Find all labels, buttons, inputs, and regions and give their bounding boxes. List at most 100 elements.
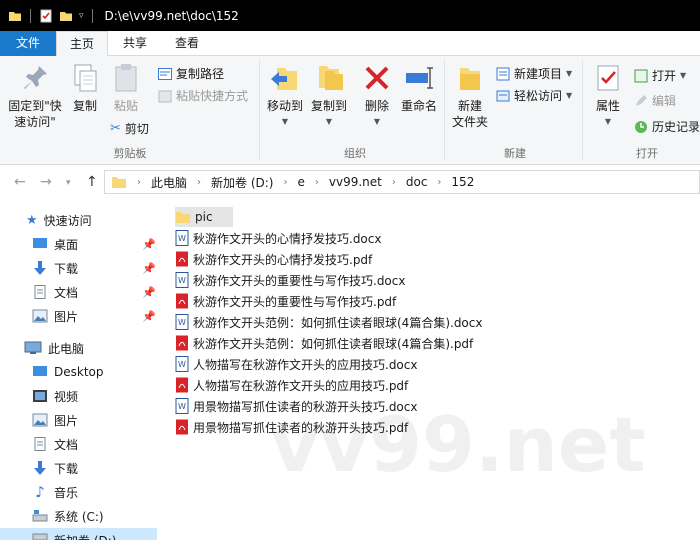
file-name: 秋游作文开头范例：如何抓住读者眼球(4篇合集).pdf — [193, 336, 474, 351]
pin-label-2: 速访问" — [14, 115, 56, 129]
list-item-docx[interactable]: W 用景物描写抓住读者的秋游开头技巧.docx — [175, 396, 417, 416]
tab-home[interactable]: 主页 — [56, 31, 108, 57]
file-name: 用景物描写抓住读者的秋游开头技巧.pdf — [193, 420, 409, 435]
list-item-pdf[interactable]: 用景物描写抓住读者的秋游开头技巧.pdf — [175, 417, 408, 437]
breadcrumb-doc[interactable]: doc — [406, 175, 428, 189]
file-name: 人物描写在秋游作文开头的应用技巧.docx — [193, 357, 418, 372]
nav-item-drive-d[interactable]: 新加卷 (D:) — [0, 528, 157, 540]
chevron-down-icon: ▼ — [566, 69, 573, 78]
up-arrow-icon[interactable]: ↑ — [86, 174, 98, 190]
nav-quick-access[interactable]: ★ 快速访问 — [0, 208, 157, 232]
edit-button[interactable]: 编辑 — [634, 92, 676, 109]
rename-label: 重命名 — [400, 99, 437, 113]
new-folder-icon[interactable] — [59, 9, 73, 23]
properties-icon — [597, 65, 619, 91]
pin-icon[interactable]: 📌 — [142, 262, 156, 275]
list-item-pdf[interactable]: 秋游作文开头的重要性与写作技巧.pdf — [175, 291, 396, 311]
list-item-docx[interactable]: W 秋游作文开头的重要性与写作技巧.docx — [175, 270, 405, 290]
svg-text:W: W — [178, 234, 186, 243]
drive-icon — [32, 533, 48, 540]
nav-label: 视频 — [54, 389, 79, 404]
copy-path-button[interactable]: 复制路径 — [158, 65, 224, 82]
back-arrow-icon[interactable]: ← — [14, 174, 26, 190]
pin-icon[interactable]: 📌 — [142, 238, 156, 251]
move-to-button[interactable]: 移动到 ▼ — [264, 62, 306, 130]
nav-item-documents-pc[interactable]: 文档 — [0, 432, 157, 456]
breadcrumb-152[interactable]: 152 — [451, 175, 474, 189]
word-doc-icon: W — [175, 272, 189, 288]
clipboard-group-label: 剪贴板 — [113, 147, 147, 160]
properties-button[interactable]: 属性 ▼ — [588, 62, 628, 130]
nav-this-pc[interactable]: 此电脑 — [0, 336, 157, 360]
navigation-bar: ← → ▾ ↑ › 此电脑 › 新加卷 (D:) › e › vv99.net … — [0, 166, 700, 198]
ribbon: 固定到"快 速访问" 复制 粘贴 复制路径 粘贴快捷方式 ✂ 剪切 剪贴板 移动… — [0, 56, 700, 165]
new-item-label: 新建项目 — [514, 67, 563, 81]
tab-file[interactable]: 文件 — [0, 31, 56, 56]
svg-text:W: W — [178, 402, 186, 411]
recent-locations-chevron-icon[interactable]: ▾ — [66, 178, 71, 188]
nav-item-downloads[interactable]: 下载 📌 — [0, 256, 157, 280]
nav-label: 图片 — [54, 309, 79, 324]
list-item-pdf[interactable]: 秋游作文开头的心情抒发技巧.pdf — [175, 249, 372, 269]
group-separator — [582, 60, 583, 160]
cut-button[interactable]: ✂ 剪切 — [110, 120, 149, 137]
folder-icon — [176, 212, 190, 223]
list-item-pdf[interactable]: 人物描写在秋游作文开头的应用技巧.pdf — [175, 375, 408, 395]
copy-button[interactable]: 复制 — [68, 62, 102, 114]
pin-icon[interactable]: 📌 — [142, 286, 156, 299]
delete-x-icon — [365, 66, 389, 90]
new-folder-button[interactable]: 新建 文件夹 — [448, 62, 492, 130]
paste-shortcut-icon — [158, 90, 172, 102]
list-item-docx[interactable]: W 人物描写在秋游作文开头的应用技巧.docx — [175, 354, 417, 374]
paste-button[interactable]: 粘贴 — [108, 62, 144, 114]
nav-item-pictures-pc[interactable]: 图片 — [0, 408, 157, 432]
picture-icon — [32, 413, 48, 427]
tab-view[interactable]: 查看 — [162, 31, 212, 56]
copy-to-button[interactable]: 复制到 ▼ — [308, 62, 350, 130]
open-button[interactable]: 打开 ▼ — [634, 67, 686, 84]
customize-qat-icon[interactable]: ▿ — [79, 11, 84, 21]
breadcrumb-drive-d[interactable]: 新加卷 (D:) — [211, 174, 273, 191]
history-icon — [635, 120, 647, 133]
pin-icon[interactable]: 📌 — [142, 310, 156, 323]
pdf-icon — [176, 419, 188, 435]
breadcrumb-e[interactable]: e — [297, 175, 304, 189]
paste-shortcut-button[interactable]: 粘贴快捷方式 — [158, 87, 248, 104]
tab-share[interactable]: 共享 — [110, 31, 160, 56]
easy-access-button[interactable]: 轻松访问 ▼ — [496, 87, 572, 104]
history-button[interactable]: 历史记录 — [634, 118, 700, 135]
list-item-folder[interactable]: pic — [175, 207, 233, 227]
list-item-pdf[interactable]: 秋游作文开头范例：如何抓住读者眼球(4篇合集).pdf — [175, 333, 473, 353]
list-item-docx[interactable]: W 秋游作文开头的心情抒发技巧.docx — [175, 228, 381, 248]
nav-item-desktop[interactable]: 桌面 📌 — [0, 232, 157, 256]
navigation-pane: ★ 快速访问 桌面 📌 下载 📌 文档 📌 图片 📌 此电脑 Desktop 视… — [0, 205, 157, 540]
open-label: 打开 — [652, 69, 677, 83]
breadcrumb-vv99[interactable]: vv99.net — [329, 175, 382, 189]
nav-item-videos[interactable]: 视频 — [0, 384, 157, 408]
nav-item-pictures[interactable]: 图片 📌 — [0, 304, 157, 328]
properties-icon[interactable] — [39, 9, 53, 23]
breadcrumb-this-pc[interactable]: 此电脑 — [151, 174, 187, 191]
new-item-button[interactable]: 新建项目 ▼ — [496, 65, 572, 82]
delete-button[interactable]: 删除 ▼ — [361, 62, 393, 130]
pin-quick-access-button[interactable]: 固定到"快 速访问" — [4, 62, 66, 130]
address-bar[interactable]: › 此电脑 › 新加卷 (D:) › e › vv99.net › doc › … — [104, 170, 700, 194]
nav-item-music[interactable]: ♪ 音乐 — [0, 480, 157, 504]
easy-access-label: 轻松访问 — [514, 89, 563, 103]
nav-item-drive-c[interactable]: 系统 (C:) — [0, 504, 157, 528]
forward-arrow-icon[interactable]: → — [40, 174, 52, 190]
nav-item-documents[interactable]: 文档 📌 — [0, 280, 157, 304]
organize-group-label: 组织 — [344, 147, 366, 160]
nav-item-downloads-pc[interactable]: 下载 — [0, 456, 157, 480]
copy-path-icon — [158, 67, 172, 80]
svg-text:W: W — [178, 318, 186, 327]
separator — [30, 8, 31, 23]
folder-icon[interactable] — [8, 9, 22, 23]
new-item-icon — [496, 67, 510, 80]
nav-label: 新加卷 (D:) — [54, 532, 116, 540]
nav-item-desktop-pc[interactable]: Desktop — [0, 360, 157, 384]
picture-icon — [32, 309, 48, 323]
list-item-docx[interactable]: W 秋游作文开头范例：如何抓住读者眼球(4篇合集).docx — [175, 312, 482, 332]
rename-button[interactable]: 重命名 — [398, 62, 440, 114]
star-icon: ★ — [26, 212, 38, 228]
